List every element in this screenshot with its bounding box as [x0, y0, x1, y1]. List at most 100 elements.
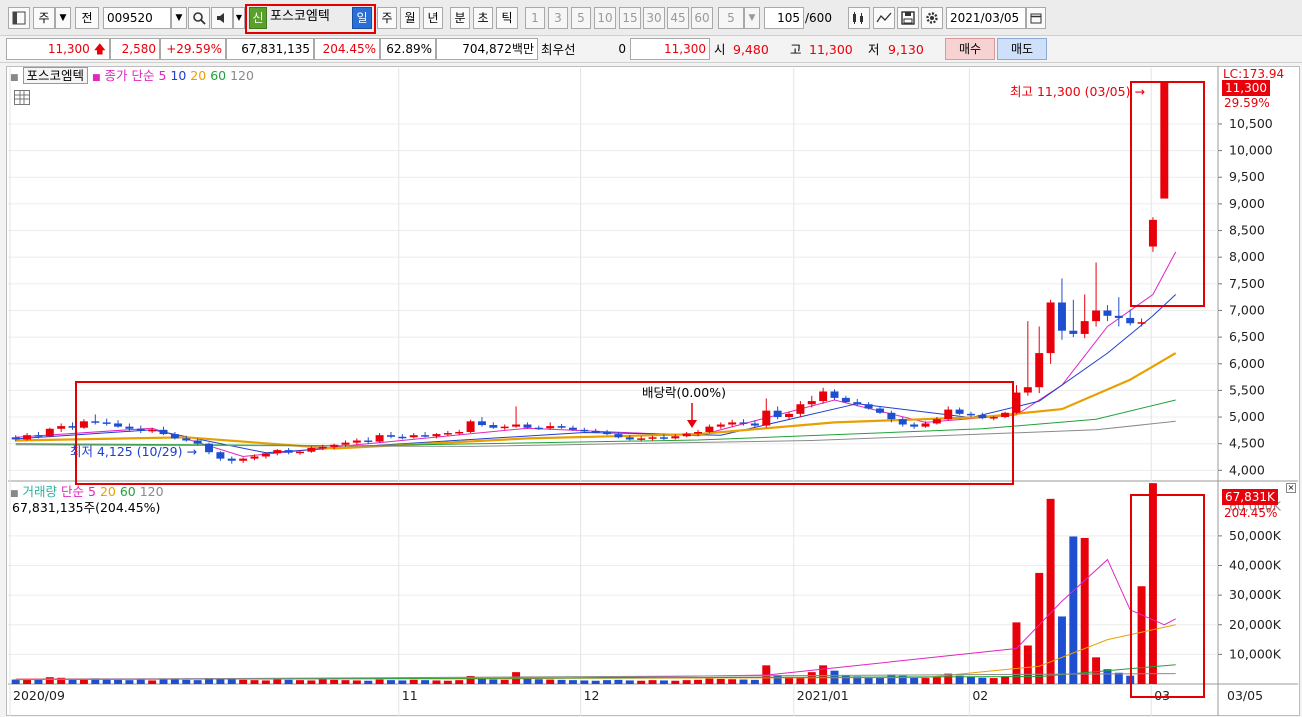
table-icon[interactable] — [14, 90, 30, 105]
volume-last-tag: 67,831K — [1222, 489, 1278, 505]
price-tick-label: 8,500 — [1229, 223, 1265, 238]
price-tick-label: 10,000 — [1229, 143, 1273, 158]
candle-up — [819, 391, 828, 402]
candle-up — [239, 458, 248, 461]
candle-up — [409, 435, 418, 438]
volume-bar-down — [387, 680, 395, 684]
volume-bar-down — [227, 679, 236, 684]
candle-up — [341, 442, 350, 445]
candle-up — [1080, 321, 1089, 334]
volume-bar-up — [45, 677, 54, 684]
candle-up — [330, 444, 339, 447]
candle-up — [432, 434, 441, 437]
price-tick-label: 4,000 — [1229, 462, 1265, 477]
candle-down — [887, 412, 896, 420]
volume-bar-down — [216, 678, 225, 684]
volume-bar-down — [182, 679, 191, 684]
volume-bar-down — [568, 680, 577, 684]
candle-up — [807, 401, 816, 405]
volume-bar-down — [114, 679, 123, 684]
volume-bar-up — [352, 680, 361, 684]
candle-down — [34, 435, 43, 437]
candle-down — [910, 424, 919, 427]
last-rate-tag: 29.59% — [1224, 96, 1270, 110]
legend-stock-name[interactable]: 포스코엠텍 — [22, 67, 89, 84]
candle-down — [398, 436, 407, 439]
candle-up — [375, 435, 384, 442]
candle-down — [603, 431, 612, 435]
volume-bar-up — [1023, 645, 1032, 684]
volume-bar-up — [500, 679, 509, 684]
volume-tick-label: 30,000K — [1229, 587, 1282, 602]
candle-down — [477, 421, 486, 426]
candle-down — [625, 437, 634, 440]
x-tick-label: 03 — [1154, 688, 1170, 703]
candle-down — [11, 437, 20, 440]
candle-down — [170, 434, 179, 439]
candle-up — [1092, 310, 1101, 322]
candle-up — [989, 417, 998, 419]
candle-up — [500, 426, 509, 429]
dividend-arrow-head — [687, 420, 697, 428]
volume-bar-up — [273, 679, 282, 684]
candle-up — [1001, 412, 1010, 418]
candle-down — [534, 427, 543, 430]
legend-marker-icon: ■ — [10, 73, 19, 83]
volume-bar-down — [159, 679, 168, 684]
volume-bar-down — [1103, 669, 1112, 684]
volume-bar-down — [421, 680, 430, 684]
candle-down — [227, 458, 236, 461]
volume-bar-down — [750, 679, 759, 684]
volume-bar-down — [398, 680, 407, 684]
candle-up — [932, 419, 941, 424]
volume-bar-up — [409, 679, 418, 684]
arrow-right-icon: → — [186, 444, 197, 459]
candle-up — [57, 426, 66, 429]
candle-down — [967, 413, 975, 416]
volume-bar-down — [193, 680, 202, 684]
candle-down — [1103, 310, 1112, 316]
volume-bar-up — [705, 678, 714, 684]
volume-bar-up — [648, 680, 657, 684]
legend-ma-20: 20 — [190, 68, 207, 83]
volume-bar-up — [1080, 537, 1089, 684]
candle-up — [148, 429, 157, 432]
legend-ma-marker-icon: ■ — [92, 73, 101, 83]
candle-up — [648, 437, 657, 439]
close-icon[interactable]: × — [1286, 483, 1296, 493]
stock-chart[interactable]: 10,500 10,000 9,500 9,000 8,500 8,000 7,500 7,0… — [0, 0, 1302, 717]
candle-up — [637, 438, 646, 440]
volume-bar-down — [841, 675, 850, 684]
candle-up — [1160, 81, 1169, 199]
candle-down — [580, 429, 589, 432]
candle-down — [523, 424, 532, 428]
candle-up — [45, 428, 54, 437]
volume-bar-down — [876, 677, 884, 684]
candle-up — [921, 423, 930, 427]
volume-bar-up — [261, 680, 270, 684]
price-tick-label: 4,500 — [1229, 436, 1265, 451]
candle-down — [125, 426, 134, 429]
candle-up — [944, 409, 953, 420]
candle-down — [91, 421, 100, 423]
volume-bar-up — [796, 677, 805, 684]
volume-tick-label: 50,000K — [1229, 528, 1282, 543]
candle-up — [728, 422, 737, 425]
volume-bar-up — [1148, 483, 1157, 684]
volume-tick-label: 20,000K — [1229, 617, 1282, 632]
price-tick-label: 7,500 — [1229, 276, 1265, 291]
volume-tick-label: 10,000K — [1229, 646, 1282, 661]
volume-bar-down — [580, 680, 589, 684]
volume-bar-up — [375, 679, 384, 684]
volume-bar-up — [716, 678, 725, 684]
volume-bar-down — [659, 680, 668, 684]
candle-up — [1023, 387, 1032, 393]
volume-bar-up — [1001, 676, 1010, 684]
candle-up — [307, 447, 316, 452]
volume-bar-down — [11, 679, 20, 684]
candle-up — [512, 424, 521, 427]
volume-bar-down — [125, 680, 134, 684]
volume-bar-up — [148, 680, 157, 684]
candle-up — [466, 421, 475, 432]
candle-up — [79, 421, 88, 428]
